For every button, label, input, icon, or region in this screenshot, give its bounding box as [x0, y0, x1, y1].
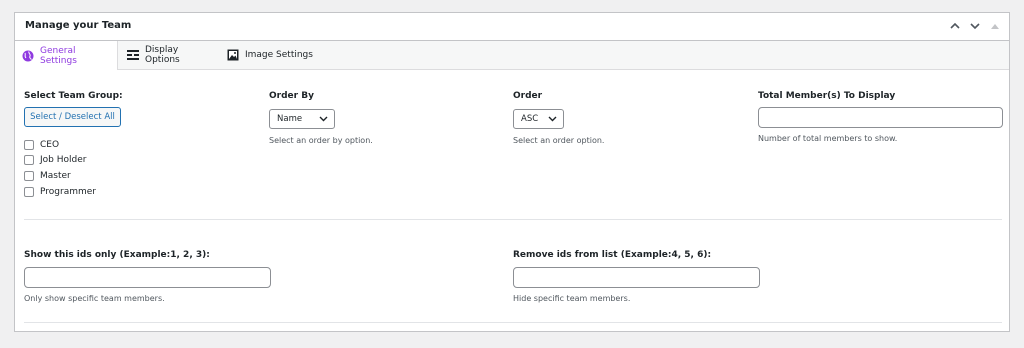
globe-icon — [22, 50, 34, 62]
team-group-label: Select Team Group: — [24, 91, 123, 101]
checkbox[interactable] — [24, 140, 34, 150]
tab-label: Image Settings — [245, 50, 313, 60]
settings-tabs: General Settings Display Options Image S… — [15, 41, 1009, 70]
remove-ids-help: Hide specific team members. — [513, 294, 631, 303]
tab-general-settings[interactable]: General Settings — [15, 41, 118, 70]
section-divider — [24, 219, 1002, 220]
total-members-help: Number of total members to show. — [758, 134, 898, 143]
select-deselect-all-button[interactable]: Select / Deselect All — [24, 107, 121, 127]
tab-display-options[interactable]: Display Options — [120, 41, 220, 69]
remove-ids-label: Remove ids from list (Example:4, 5, 6): — [513, 250, 712, 260]
checkbox-master[interactable]: Master — [24, 171, 71, 181]
checkbox-label: Job Holder — [40, 155, 87, 165]
order-by-select[interactable]: Name — [269, 109, 335, 129]
tab-label: Display Options — [145, 45, 180, 65]
order-by-help: Select an order by option. — [269, 136, 373, 145]
select-value: ASC — [521, 114, 539, 124]
order-label: Order — [513, 91, 543, 101]
move-down-icon[interactable] — [967, 17, 983, 35]
total-members-input[interactable] — [758, 107, 1003, 128]
panel-header: Manage your Team — [15, 13, 1009, 41]
checkbox[interactable] — [24, 155, 34, 165]
chevron-down-icon — [319, 114, 328, 127]
tab-label: General Settings — [40, 45, 77, 66]
checkbox-ceo[interactable]: CEO — [24, 140, 59, 150]
show-ids-input[interactable] — [24, 267, 271, 288]
checkbox-label: Master — [40, 171, 71, 181]
show-ids-help: Only show specific team members. — [24, 294, 165, 303]
checkbox[interactable] — [24, 171, 34, 181]
checkbox-label: Programmer — [40, 187, 96, 197]
checkbox-job-holder[interactable]: Job Holder — [24, 155, 86, 165]
chevron-down-icon — [548, 114, 557, 127]
checkbox-programmer[interactable]: Programmer — [24, 187, 96, 197]
section-divider — [24, 322, 1002, 323]
checkbox-label: CEO — [40, 140, 60, 150]
manage-team-panel: Manage your Team General Settings Displa… — [14, 12, 1010, 332]
remove-ids-input[interactable] — [513, 267, 760, 288]
tab-image-settings[interactable]: Image Settings — [220, 41, 320, 69]
collapse-toggle-icon[interactable] — [987, 17, 1003, 35]
image-icon — [227, 49, 239, 61]
show-ids-label: Show this ids only (Example:1, 2, 3): — [24, 250, 210, 260]
order-help: Select an order option. — [513, 136, 605, 145]
select-value: Name — [277, 114, 303, 124]
panel-title: Manage your Team — [25, 20, 132, 31]
layout-icon — [127, 50, 139, 60]
order-by-label: Order By — [269, 91, 314, 101]
checkbox[interactable] — [24, 187, 34, 197]
move-up-icon[interactable] — [947, 17, 963, 35]
order-select[interactable]: ASC — [513, 109, 564, 129]
total-members-label: Total Member(s) To Display — [758, 91, 896, 101]
